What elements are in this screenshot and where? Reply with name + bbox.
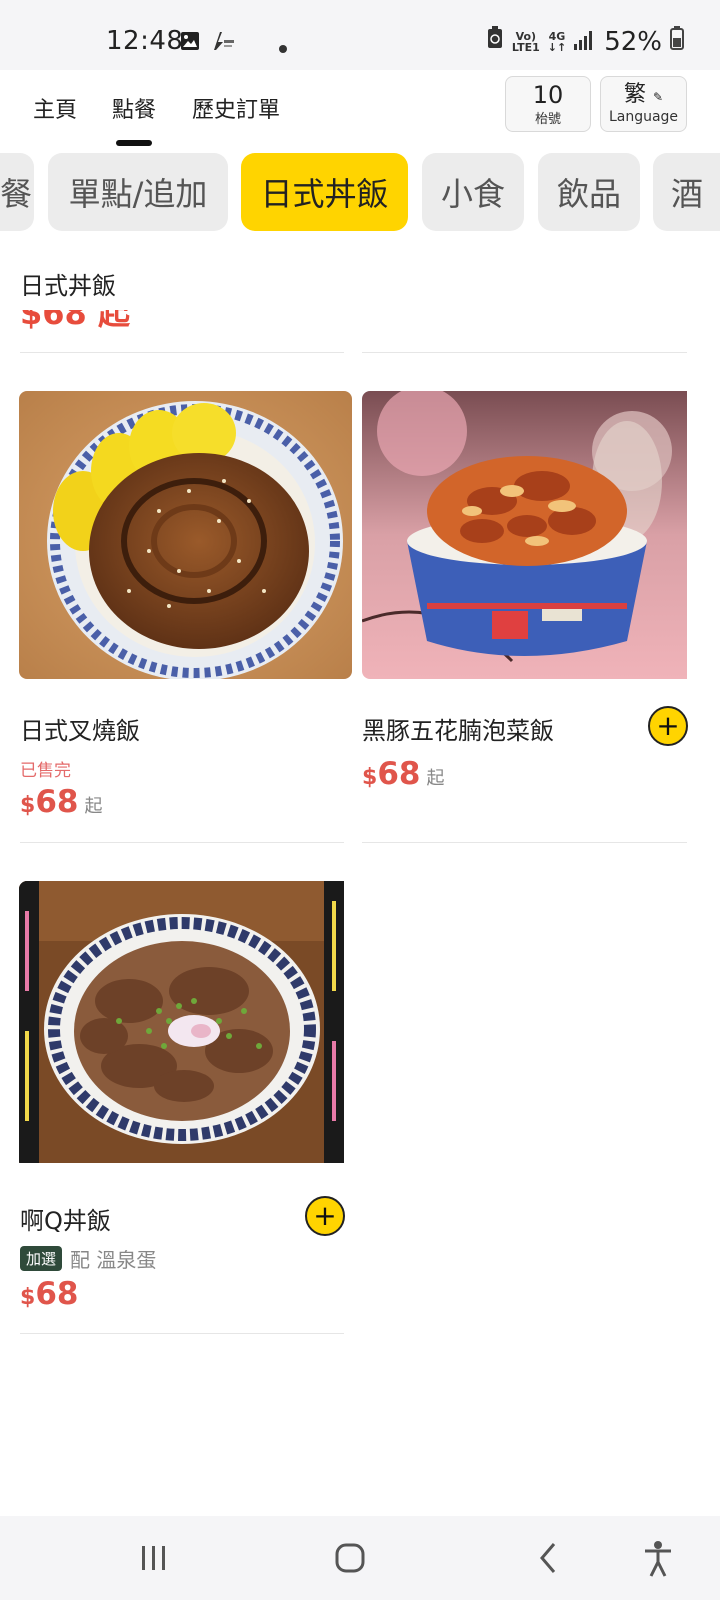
accessibility-icon[interactable] <box>642 1538 674 1582</box>
category-chip-snacks[interactable]: 小食 <box>422 153 524 231</box>
tab-order[interactable]: 點餐 <box>112 92 156 124</box>
category-chips: 餐 單點/追加 日式丼飯 小食 飲品 酒 <box>0 153 720 233</box>
battery-percent: 52% <box>604 26 662 57</box>
table-number: 10 <box>532 80 564 109</box>
item-price: $68 起 <box>362 756 445 792</box>
addon-text: 配 溫泉蛋 <box>70 1248 157 1272</box>
category-chip-set-meal[interactable]: 餐 <box>0 153 34 231</box>
item-price: $68 起 <box>20 784 103 820</box>
item-image-char-siu-rice[interactable] <box>19 391 352 679</box>
gallery-icon <box>180 31 200 55</box>
back-icon[interactable] <box>536 1538 562 1582</box>
divider <box>20 1333 344 1334</box>
language-label: Language <box>608 109 679 125</box>
network-type-indicator: 4G ↓↑ <box>547 29 567 54</box>
table-number-button[interactable]: 10 枱號 <box>505 76 591 132</box>
category-chip-single-item[interactable]: 單點/追加 <box>48 153 228 231</box>
item-name: 日式叉燒飯 <box>20 717 140 745</box>
top-navigation: 主頁 點餐 歷史訂單 10 枱號 繁 ✎ Language <box>0 70 720 150</box>
status-bar: 12:48 Vo) LTE1 4G ↓↑ 52% <box>0 0 720 70</box>
home-icon[interactable] <box>334 1538 366 1582</box>
partial-price: $68 起 <box>20 310 130 332</box>
dot-indicator-icon <box>279 38 287 57</box>
status-time: 12:48 <box>106 26 184 56</box>
divider <box>362 352 687 353</box>
item-name: 黑豚五花腩泡菜飯 <box>362 717 554 745</box>
category-chip-alcohol[interactable]: 酒 <box>653 153 720 231</box>
divider <box>20 352 344 353</box>
language-button[interactable]: 繁 ✎ Language <box>600 76 687 132</box>
category-chip-donburi[interactable]: 日式丼飯 <box>241 153 408 231</box>
system-navigation-bar <box>0 1516 720 1600</box>
edit-icon: ✎ <box>652 90 664 104</box>
item-name: 啊Q丼飯 <box>20 1207 111 1235</box>
divider <box>362 842 687 843</box>
table-number-label: 枱號 <box>534 111 561 127</box>
tab-order-history[interactable]: 歷史訂單 <box>192 92 280 124</box>
recycle-icon <box>486 26 504 57</box>
signal-icon <box>574 27 596 57</box>
app-notification-icon <box>210 30 236 56</box>
item-image-kimchi-pork-rice[interactable] <box>362 391 695 679</box>
section-title: 日式丼飯 <box>20 272 116 300</box>
addon-row: 加選 配 溫泉蛋 <box>20 1244 156 1273</box>
volte-indicator: Vo) LTE1 <box>511 29 540 54</box>
item-image-ah-q-donburi[interactable] <box>19 881 352 1169</box>
sold-out-badge: 已售完 <box>20 761 71 781</box>
language-current: 繁 <box>623 82 646 107</box>
category-chip-drinks[interactable]: 飲品 <box>538 153 640 231</box>
battery-icon <box>670 26 684 57</box>
status-right: Vo) LTE1 4G ↓↑ 52% <box>486 26 684 57</box>
addon-badge: 加選 <box>20 1246 63 1271</box>
add-to-cart-button[interactable]: + <box>305 1196 345 1236</box>
add-to-cart-button[interactable]: + <box>648 706 688 746</box>
divider <box>20 842 344 843</box>
tab-home[interactable]: 主頁 <box>33 92 77 124</box>
item-price: $68 <box>20 1276 79 1312</box>
recent-apps-icon[interactable] <box>140 1538 168 1582</box>
